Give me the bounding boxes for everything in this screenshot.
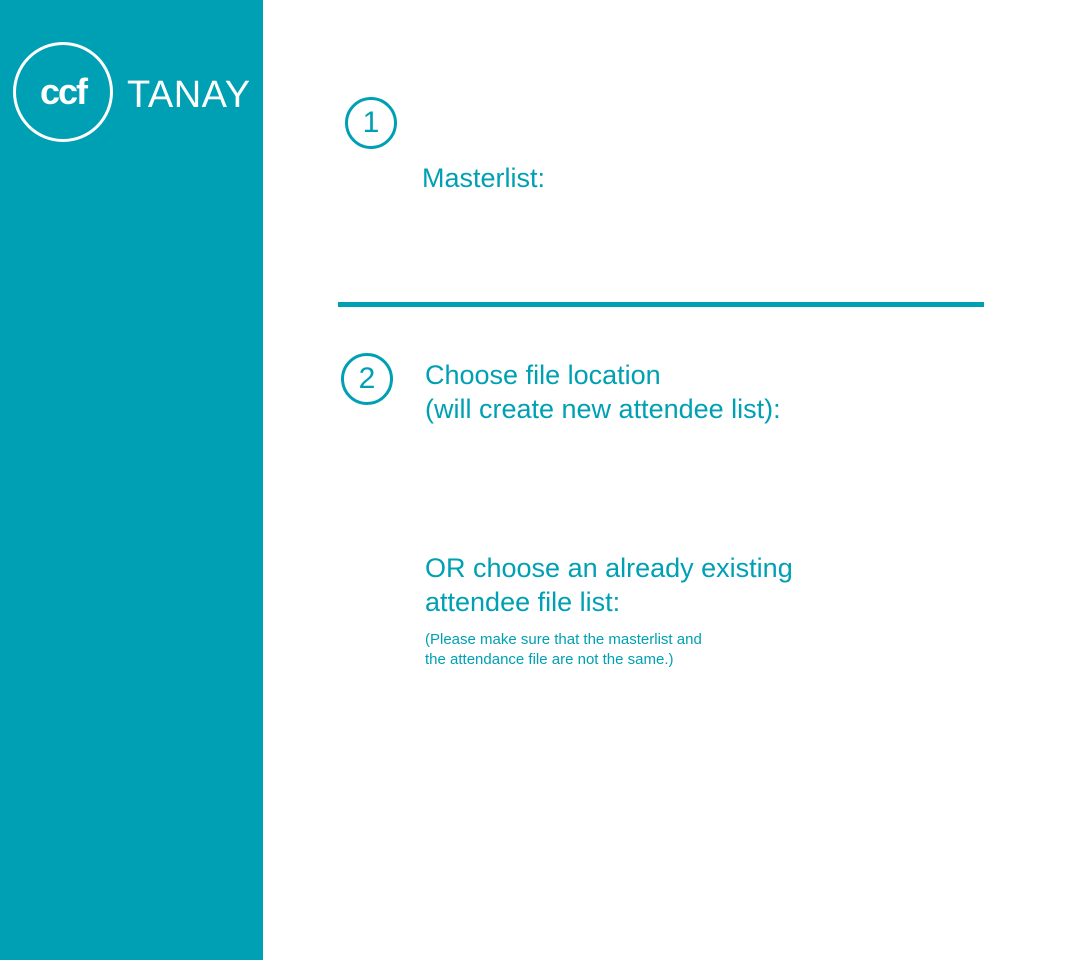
sidebar: ccf TANAY — [0, 0, 263, 960]
masterlist-label: Masterlist: — [422, 163, 546, 193]
ccf-tanay-logo: ccf TANAY — [13, 42, 253, 150]
logo-text: TANAY — [127, 74, 251, 116]
section-divider — [338, 302, 984, 307]
warning-note-line-1: (Please make sure that the masterlist an… — [425, 631, 702, 648]
main-panel: 1 Masterlist: 2 Choose file location (wi… — [263, 0, 1080, 960]
logo-mark: ccf — [39, 71, 88, 112]
warning-note-line-2: the attendance file are not the same.) — [425, 651, 674, 668]
app-window: ccf TANAY 1 Masterlist: 2 Choose file lo… — [0, 0, 1080, 960]
choose-file-location-sublabel: (will create new attendee list): — [425, 394, 781, 424]
choose-existing-file-sublabel: attendee file list: — [425, 587, 621, 617]
step-2-badge: 2 — [341, 353, 393, 405]
step-1-badge: 1 — [345, 97, 397, 149]
choose-file-location-label: Choose file location — [425, 360, 661, 390]
choose-existing-file-label: OR choose an already existing — [425, 553, 793, 583]
